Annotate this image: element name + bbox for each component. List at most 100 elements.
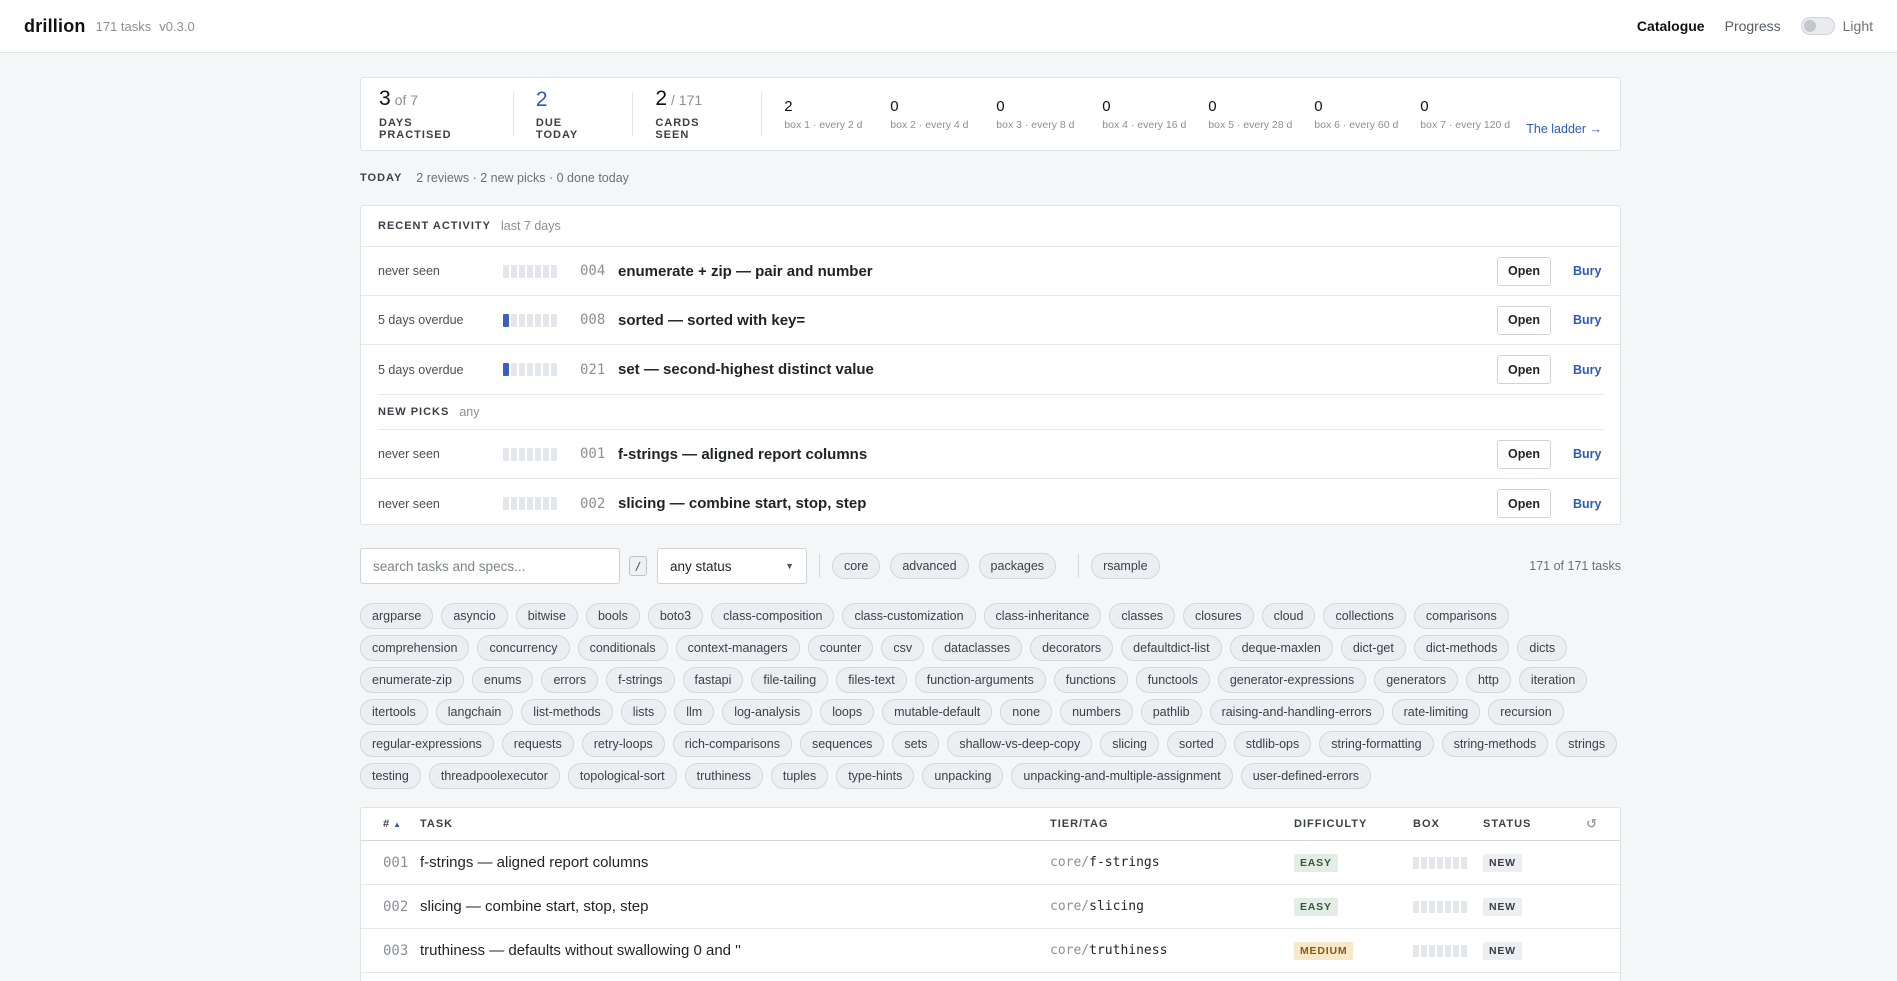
tier-chip[interactable]: packages: [978, 553, 1057, 579]
tag-chip[interactable]: itertools: [360, 699, 428, 725]
tag-chip[interactable]: sets: [892, 731, 940, 757]
tag-chip[interactable]: generator-expressions: [1217, 667, 1367, 693]
tag-chip[interactable]: dict-get: [1340, 635, 1406, 661]
tag-chip[interactable]: dataclasses: [932, 635, 1023, 661]
tag-chip[interactable]: bitwise: [515, 603, 578, 629]
nav-progress[interactable]: Progress: [1725, 18, 1781, 34]
tier-chip[interactable]: rsample: [1091, 553, 1160, 579]
tag-chip[interactable]: conditionals: [577, 635, 668, 661]
tag-chip[interactable]: csv: [881, 635, 925, 661]
row-task[interactable]: f-strings — aligned report columns: [420, 854, 1050, 871]
open-button[interactable]: Open: [1497, 489, 1551, 518]
status-select[interactable]: any status ▼: [657, 548, 807, 584]
tag-chip[interactable]: slicing: [1100, 731, 1159, 757]
tag-chip[interactable]: boto3: [647, 603, 704, 629]
tag-chip[interactable]: decorators: [1030, 635, 1114, 661]
tag-chip[interactable]: list-methods: [521, 699, 613, 725]
tag-chip[interactable]: enums: [471, 667, 534, 693]
tier-chip[interactable]: advanced: [890, 553, 969, 579]
tag-chip[interactable]: none: [1000, 699, 1053, 725]
tag-chip[interactable]: shallow-vs-deep-copy: [947, 731, 1093, 757]
tag-chip[interactable]: deque-maxlen: [1229, 635, 1333, 661]
app-name[interactable]: drillion: [24, 16, 86, 37]
tag-chip[interactable]: errors: [541, 667, 599, 693]
row-title[interactable]: slicing — combine start, stop, step: [618, 495, 866, 512]
tag-chip[interactable]: functions: [1053, 667, 1128, 693]
tag-chip[interactable]: numbers: [1060, 699, 1133, 725]
tag-chip[interactable]: type-hints: [836, 763, 915, 789]
col-header-box[interactable]: BOX: [1413, 818, 1483, 830]
open-button[interactable]: Open: [1497, 256, 1551, 286]
bury-button[interactable]: Bury: [1573, 363, 1603, 377]
bury-button[interactable]: Bury: [1573, 447, 1603, 461]
tag-chip[interactable]: comprehension: [360, 635, 470, 661]
tag-chip[interactable]: sorted: [1167, 731, 1226, 757]
tag-chip[interactable]: cloud: [1261, 603, 1316, 629]
row-title[interactable]: enumerate + zip — pair and number: [618, 263, 873, 280]
tag-chip[interactable]: argparse: [360, 603, 434, 629]
tag-chip[interactable]: generators: [1374, 667, 1458, 693]
tag-chip[interactable]: raising-and-handling-errors: [1209, 699, 1384, 725]
col-header-status[interactable]: STATUS: [1483, 818, 1583, 830]
tag-chip[interactable]: f-strings: [606, 667, 675, 693]
tag-chip[interactable]: unpacking-and-multiple-assignment: [1011, 763, 1233, 789]
row-task[interactable]: truthiness — defaults without swallowing…: [420, 942, 1050, 959]
nav-catalogue[interactable]: Catalogue: [1637, 18, 1705, 34]
tag-chip[interactable]: http: [1465, 667, 1511, 693]
tag-chip[interactable]: testing: [360, 763, 421, 789]
theme-toggle[interactable]: Light: [1800, 17, 1873, 35]
tag-chip[interactable]: dict-methods: [1413, 635, 1510, 661]
tag-chip[interactable]: enumerate-zip: [360, 667, 464, 693]
tag-chip[interactable]: log-analysis: [722, 699, 813, 725]
table-row[interactable]: 003 truthiness — defaults without swallow…: [361, 929, 1620, 973]
tag-chip[interactable]: langchain: [435, 699, 514, 725]
ladder-link[interactable]: The ladder →: [1526, 122, 1602, 136]
tag-chip[interactable]: retry-loops: [581, 731, 665, 757]
tag-chip[interactable]: lists: [620, 699, 667, 725]
tier-chip[interactable]: core: [832, 553, 881, 579]
tag-chip[interactable]: dicts: [1517, 635, 1568, 661]
tag-chip[interactable]: pathlib: [1140, 699, 1202, 725]
tag-chip[interactable]: loops: [820, 699, 875, 725]
tag-chip[interactable]: fastapi: [682, 667, 744, 693]
tag-chip[interactable]: rate-limiting: [1391, 699, 1481, 725]
tag-chip[interactable]: classes: [1109, 603, 1176, 629]
tag-chip[interactable]: string-methods: [1441, 731, 1549, 757]
col-header-num[interactable]: # ▲: [361, 818, 420, 830]
col-header-difficulty[interactable]: DIFFICULTY: [1294, 818, 1413, 830]
tag-chip[interactable]: llm: [674, 699, 715, 725]
tag-chip[interactable]: unpacking: [922, 763, 1004, 789]
reset-icon[interactable]: ↺: [1586, 816, 1620, 832]
row-title[interactable]: sorted — sorted with key=: [618, 312, 805, 329]
tag-chip[interactable]: functools: [1135, 667, 1210, 693]
tag-chip[interactable]: mutable-default: [882, 699, 993, 725]
row-task[interactable]: slicing — combine start, stop, step: [420, 898, 1050, 915]
tag-chip[interactable]: rich-comparisons: [672, 731, 792, 757]
tag-chip[interactable]: defaultdict-list: [1121, 635, 1222, 661]
tag-chip[interactable]: stdlib-ops: [1233, 731, 1312, 757]
tag-chip[interactable]: counter: [807, 635, 874, 661]
row-title[interactable]: f-strings — aligned report columns: [618, 446, 867, 463]
tag-chip[interactable]: regular-expressions: [360, 731, 494, 757]
bury-button[interactable]: Bury: [1573, 264, 1603, 278]
tag-chip[interactable]: user-defined-errors: [1240, 763, 1372, 789]
tag-chip[interactable]: concurrency: [477, 635, 570, 661]
toggle-switch-icon[interactable]: [1800, 17, 1835, 35]
tag-chip[interactable]: collections: [1323, 603, 1406, 629]
tag-chip[interactable]: class-customization: [842, 603, 976, 629]
tag-chip[interactable]: closures: [1183, 603, 1254, 629]
tag-chip[interactable]: recursion: [1488, 699, 1564, 725]
row-title[interactable]: set — second-highest distinct value: [618, 361, 874, 378]
tag-chip[interactable]: tuples: [770, 763, 829, 789]
bury-button[interactable]: Bury: [1573, 313, 1603, 327]
open-button[interactable]: Open: [1497, 355, 1551, 384]
tag-chip[interactable]: sequences: [799, 731, 885, 757]
open-button[interactable]: Open: [1497, 439, 1551, 469]
tag-chip[interactable]: strings: [1556, 731, 1618, 757]
tag-chip[interactable]: file-tailing: [751, 667, 829, 693]
tag-chip[interactable]: iteration: [1518, 667, 1588, 693]
tag-chip[interactable]: string-formatting: [1319, 731, 1434, 757]
bury-button[interactable]: Bury: [1573, 497, 1603, 511]
tag-chip[interactable]: threadpoolexecutor: [428, 763, 560, 789]
col-header-tier[interactable]: TIER/TAG: [1050, 818, 1294, 830]
